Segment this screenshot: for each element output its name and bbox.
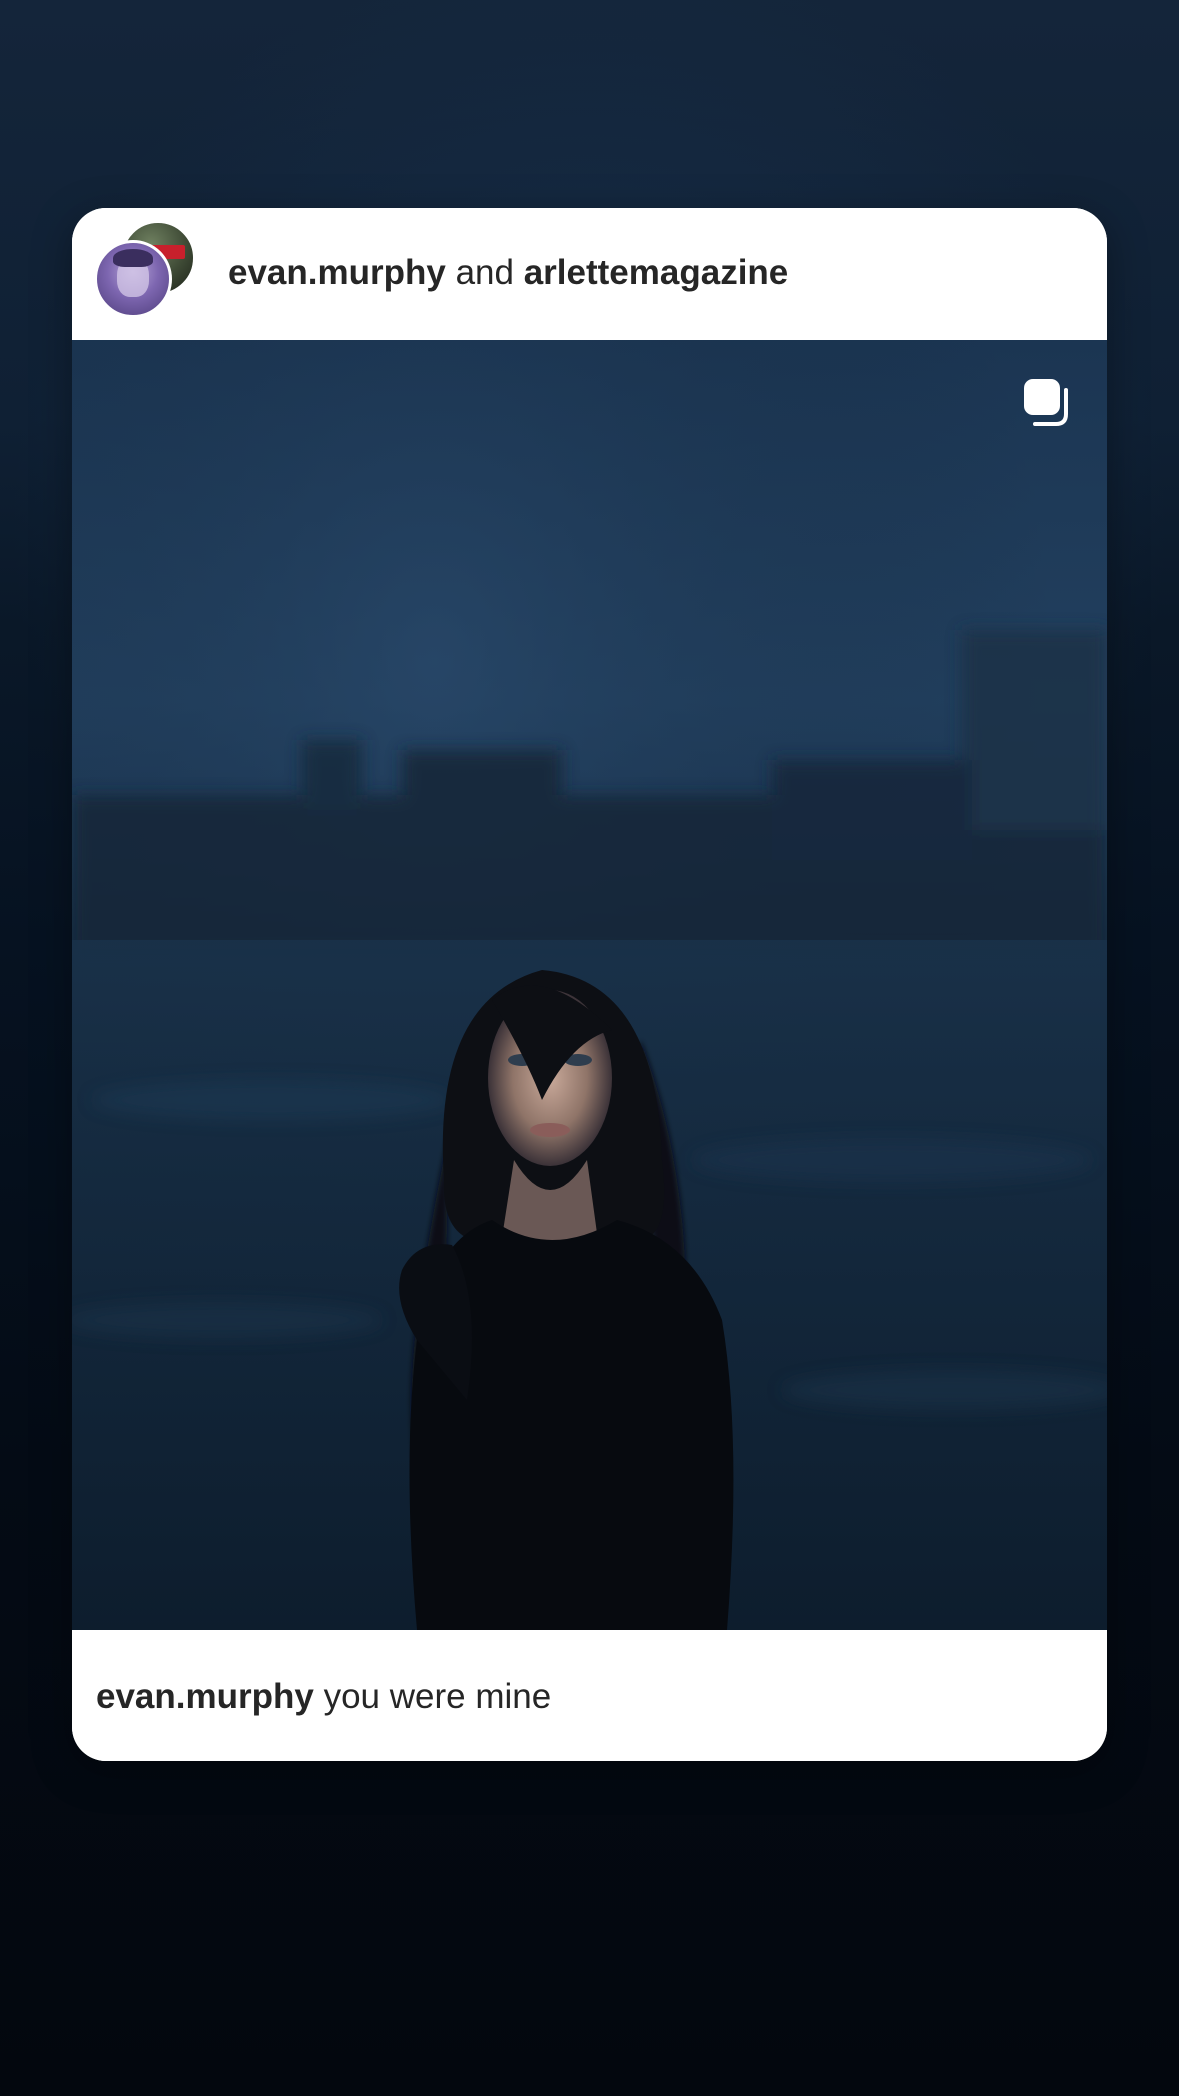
collaborator-username[interactable]: arlettemagazine bbox=[524, 253, 789, 292]
screen: evan.murphy and arlettemagazine evan.mur… bbox=[0, 0, 1179, 2096]
author-username[interactable]: evan.murphy bbox=[228, 253, 446, 292]
post-caption: evan.murphy you were mine bbox=[96, 1672, 551, 1722]
collab-avatars[interactable] bbox=[94, 220, 204, 330]
post-footer: evan.murphy you were mine bbox=[72, 1630, 1107, 1761]
carousel-icon bbox=[1024, 379, 1068, 426]
connector-text: and bbox=[445, 253, 524, 292]
caption-username[interactable]: evan.murphy bbox=[96, 1677, 314, 1716]
post-photo[interactable] bbox=[72, 340, 1107, 1630]
photo-scene bbox=[72, 340, 1107, 1630]
post-header: evan.murphy and arlettemagazine bbox=[72, 208, 1107, 340]
post-header-title: evan.murphy and arlettemagazine bbox=[228, 248, 788, 298]
post-card[interactable]: evan.murphy and arlettemagazine evan.mur… bbox=[72, 208, 1107, 1761]
caption-text: you were mine bbox=[313, 1677, 552, 1716]
author-avatar[interactable] bbox=[94, 240, 172, 318]
author-hair bbox=[113, 249, 153, 267]
